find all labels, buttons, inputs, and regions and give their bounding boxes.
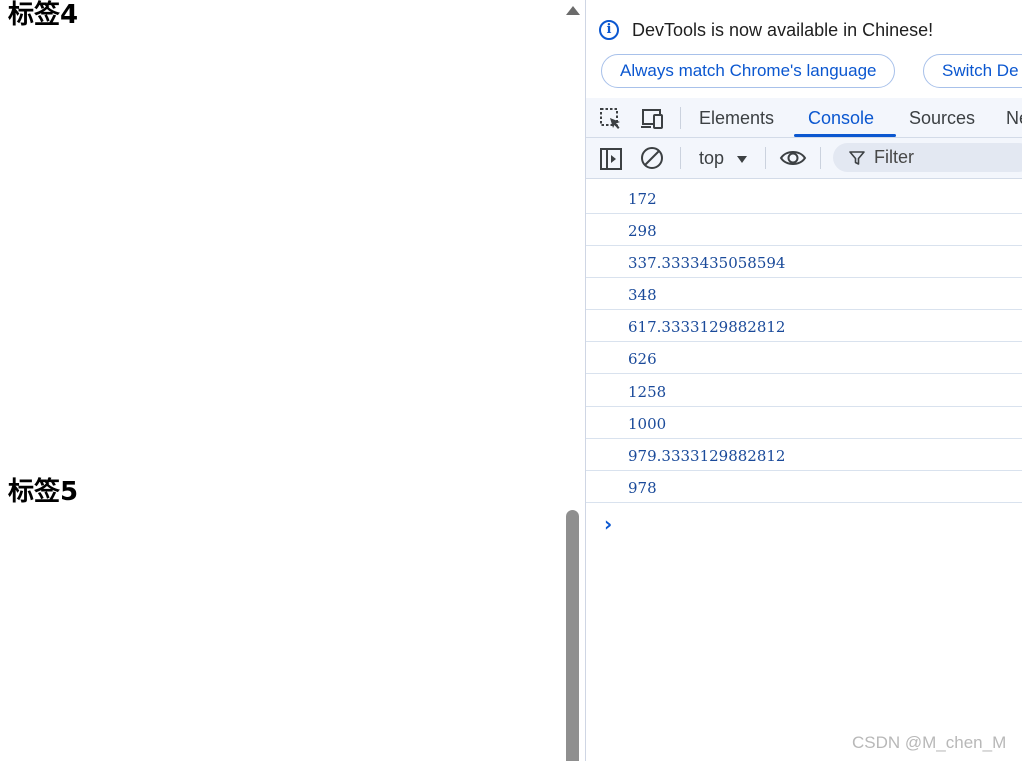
console-log-value: 979.3333129882812 [628,447,786,465]
console-filter-input[interactable]: Filter [833,143,1022,172]
tabbar-separator [680,107,681,129]
context-selector[interactable]: top [699,138,724,178]
language-infobar: i DevTools is now available in Chinese! … [586,0,1022,98]
console-log-value: 1258 [628,383,667,401]
tab-console[interactable]: Console [808,98,874,137]
switch-devtools-language-button[interactable]: Switch De [923,54,1022,88]
inspect-element-icon[interactable] [599,107,623,131]
toolbar-separator [820,147,821,169]
console-log-row: 337.3333435058594 [586,246,1022,278]
console-log-value: 1000 [628,415,667,433]
console-log-value: 617.3333129882812 [628,318,786,336]
console-prompt-icon[interactable]: › [604,512,612,536]
filter-icon [849,151,865,165]
page-scrollbar[interactable] [562,0,584,761]
console-sidebar-icon[interactable] [599,147,623,171]
console-log-row: 1000 [586,407,1022,439]
filter-placeholder: Filter [874,147,914,167]
infobar-message: DevTools is now available in Chinese! [632,20,934,40]
console-log-value: 348 [628,286,657,304]
console-log-value: 172 [628,190,657,208]
scroll-up-arrow-icon[interactable] [566,6,580,15]
console-log-value: 298 [628,222,657,240]
clear-console-icon[interactable] [640,146,664,170]
console-log-row: 348 [586,278,1022,310]
page-heading-4: 标签4 [8,0,79,30]
console-log-value: 626 [628,350,657,368]
tab-elements[interactable]: Elements [699,98,774,137]
page-viewport: 标签4 标签5 [0,0,586,761]
console-log-row: 617.3333129882812 [586,310,1022,342]
console-log-row: 1258 [586,375,1022,407]
live-expression-eye-icon[interactable] [779,147,807,169]
info-icon: i [599,20,619,40]
toolbar-separator [765,147,766,169]
devtools-tabbar: Elements Console Sources Ne [586,98,1022,138]
tab-sources[interactable]: Sources [909,98,975,137]
console-log-row: 626 [586,342,1022,374]
console-log-row: 979.3333129882812 [586,439,1022,471]
console-output: 172 298 337.3333435058594 348 617.333312… [586,180,1022,761]
console-log-row: 298 [586,214,1022,246]
tab-network[interactable]: Ne [1006,98,1022,137]
always-match-language-button[interactable]: Always match Chrome's language [601,54,896,88]
toolbar-separator [680,147,681,169]
console-log-value: 978 [628,479,657,497]
active-tab-indicator [794,134,896,137]
device-toolbar-icon[interactable] [639,107,665,131]
devtools-panel: i DevTools is now available in Chinese! … [585,0,1022,761]
scroll-thumb[interactable] [566,510,579,761]
watermark: CSDN @M_chen_M [852,733,1007,752]
console-log-row: 978 [586,471,1022,503]
page-heading-5: 标签5 [8,477,79,507]
console-toolbar: top Filter [586,138,1022,179]
console-log-value: 337.3333435058594 [628,254,786,272]
console-log-row: 172 [586,182,1022,214]
context-dropdown-icon[interactable] [737,156,747,163]
